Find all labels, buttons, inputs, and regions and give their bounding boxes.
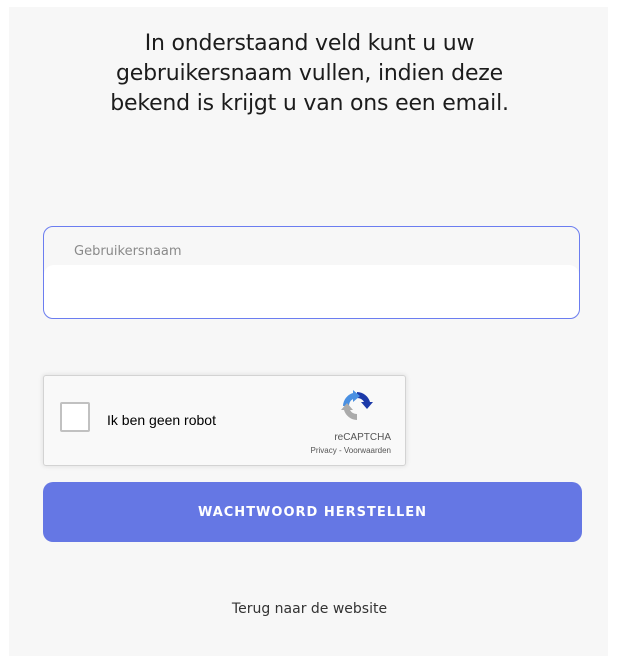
heading-line-2: gebruikersnaam vullen, indien deze [116, 61, 503, 86]
recaptcha-checkbox[interactable] [60, 402, 90, 432]
username-input[interactable] [44, 265, 579, 318]
page-heading: In onderstaand veld kunt u uw gebruikers… [0, 29, 619, 119]
heading-line-1: In onderstaand veld kunt u uw [144, 31, 475, 56]
recaptcha-brand: reCAPTCHA [334, 432, 391, 443]
reset-password-button[interactable]: WACHTWOORD HERSTELLEN [43, 482, 582, 542]
recaptcha-privacy-terms-link[interactable]: Privacy - Voorwaarden [311, 446, 391, 455]
recaptcha-checkbox-label: Ik ben geen robot [107, 412, 216, 428]
heading-line-3: bekend is krijgt u van ons een email. [110, 91, 509, 116]
recaptcha-widget: Ik ben geen robot reCAPTCHA Privacy - Vo… [43, 375, 406, 466]
back-to-website-link[interactable]: Terug naar de website [0, 601, 619, 617]
recaptcha-logo-icon [341, 390, 373, 420]
username-field: Gebruikersnaam [43, 226, 580, 319]
username-label: Gebruikersnaam [74, 244, 182, 259]
